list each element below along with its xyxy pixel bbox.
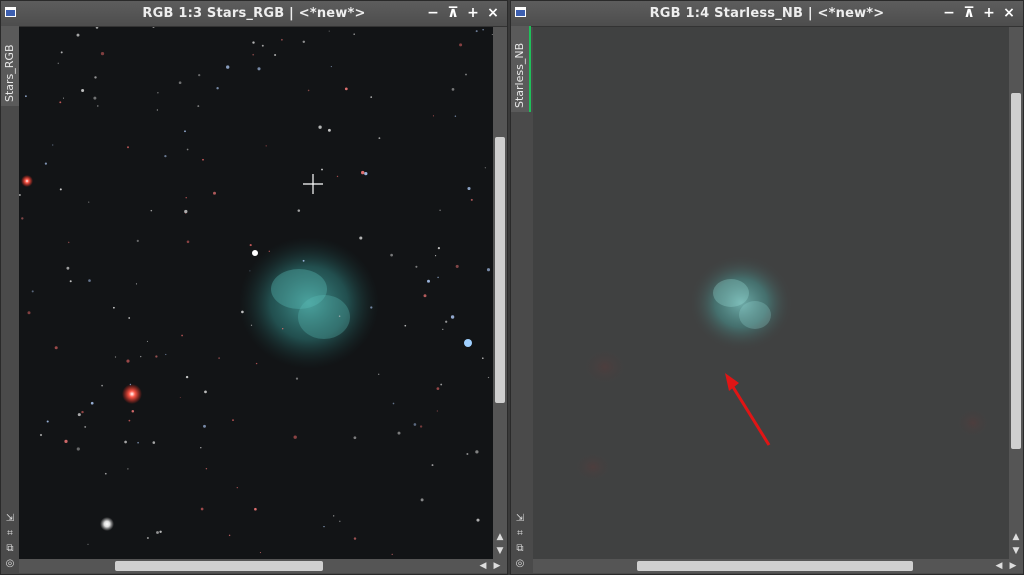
stars-image [19,27,493,556]
minimize-icon[interactable]: − [425,4,441,22]
maximize-icon[interactable]: + [465,4,481,22]
scroll-right-icon[interactable]: ▶ [491,560,503,572]
maximize-icon[interactable]: + [981,4,997,22]
starless-image-canvas[interactable] [533,27,1009,559]
shade-icon[interactable]: ⊼ [961,4,977,22]
starless-nb-window[interactable]: RGB 1:4 Starless_NB | <*new*> − ⊼ + × St… [510,0,1024,575]
clone-icon[interactable]: ⧉ [4,543,16,555]
crosshair-cursor [303,174,323,194]
scroll-left-icon[interactable]: ◀ [993,560,1005,572]
left-titlebar[interactable]: RGB 1:3 Stars_RGB | <*new*> − ⊼ + × [1,1,507,27]
zoom-icon[interactable]: ⌗ [514,528,526,540]
left-horizontal-scroll-thumb[interactable] [115,561,323,571]
close-icon[interactable]: × [485,4,501,22]
fit-view-icon[interactable]: ⇲ [4,513,16,525]
scroll-down-icon[interactable]: ▼ [1010,545,1022,557]
left-horizontal-scrollbar[interactable]: ◀ ▶ [19,559,507,573]
bright-red-star [122,384,142,404]
scroll-up-icon[interactable]: ▲ [494,531,506,543]
stars-rgb-window[interactable]: RGB 1:3 Stars_RGB | <*new*> − ⊼ + × Star… [0,0,508,575]
left-vertical-scrollbar[interactable]: ▲ ▼ [493,27,507,559]
clone-icon[interactable]: ⧉ [514,543,526,555]
target-icon[interactable]: ◎ [514,558,526,570]
scroll-left-icon[interactable]: ◀ [477,560,489,572]
left-vertical-scroll-thumb[interactable] [495,137,505,403]
starless-image [573,255,991,483]
side-tab-label: Starless_NB [513,42,526,108]
scroll-right-icon[interactable]: ▶ [1007,560,1019,572]
minimize-icon[interactable]: − [941,4,957,22]
right-horizontal-scroll-thumb[interactable] [637,561,913,571]
target-icon[interactable]: ◎ [4,558,16,570]
right-side-tools: ⇲ ⌗ ⧉ ◎ [511,513,529,570]
shade-icon[interactable]: ⊼ [445,4,461,22]
side-tab-label: Stars_RGB [3,44,16,102]
scroll-down-icon[interactable]: ▼ [494,545,506,557]
starless-nb-side-tab[interactable]: Starless_NB [511,26,531,112]
fit-view-icon[interactable]: ⇲ [514,513,526,525]
left-side-tools: ⇲ ⌗ ⧉ ◎ [1,513,19,570]
zoom-icon[interactable]: ⌗ [4,528,16,540]
scroll-up-icon[interactable]: ▲ [1010,531,1022,543]
stars-rgb-side-tab[interactable]: Stars_RGB [1,26,20,106]
stars-image-canvas[interactable] [19,27,493,559]
right-vertical-scrollbar[interactable]: ▲ ▼ [1009,27,1023,559]
annotation-arrow [725,373,771,446]
close-icon[interactable]: × [1001,4,1017,22]
right-vertical-scroll-thumb[interactable] [1011,93,1021,449]
right-titlebar[interactable]: RGB 1:4 Starless_NB | <*new*> − ⊼ + × [511,1,1023,27]
right-horizontal-scrollbar[interactable]: ◀ ▶ [533,559,1023,573]
